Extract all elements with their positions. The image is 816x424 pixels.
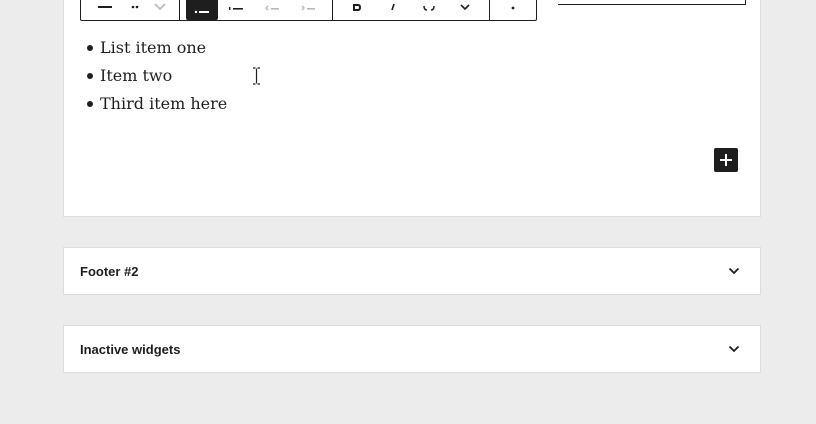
drag-handle-icon[interactable] [123,0,147,20]
widget-area-title: Inactive widgets [80,341,181,357]
toolbar-group-options [490,0,536,20]
widget-area-title: Footer #2 [80,263,139,279]
unordered-list-icon[interactable] [186,0,218,20]
text-cursor-icon [253,67,260,85]
selected-block-outline [558,0,746,5]
bold-icon[interactable] [339,0,375,20]
list-item[interactable]: Item two [87,64,227,92]
list-block[interactable]: List item one Item two Third item here [87,36,227,120]
bullet-icon [87,101,93,107]
list-item-text[interactable]: Item two [100,66,172,85]
options-icon[interactable] [494,0,532,20]
block-toolbar [80,0,537,21]
widget-area-footer-2[interactable]: Footer #2 [63,247,761,295]
link-icon[interactable] [411,0,447,20]
align-icon[interactable] [87,0,123,20]
list-item-text[interactable]: List item one [100,38,206,57]
outdent-icon[interactable] [254,0,290,20]
toolbar-group-format [333,0,490,20]
bullet-icon [87,45,93,51]
toolbar-group-block [81,0,180,20]
ordered-list-icon[interactable] [218,0,254,20]
widgets-editor: List item one Item two Third item here F… [0,0,816,424]
list-item[interactable]: Third item here [87,92,227,120]
chevron-down-icon[interactable] [728,265,740,277]
list-item-text[interactable]: Third item here [100,94,227,113]
add-block-button[interactable] [714,148,738,172]
toolbar-group-list [180,0,333,20]
plus-icon [720,154,732,166]
move-down-icon[interactable] [147,0,173,20]
italic-icon[interactable] [375,0,411,20]
bullet-icon [87,73,93,79]
chevron-down-icon[interactable] [728,343,740,355]
more-rich-text-icon[interactable] [447,0,483,20]
list-item[interactable]: List item one [87,36,227,64]
widget-area-inactive-widgets[interactable]: Inactive widgets [63,325,761,373]
indent-icon[interactable] [290,0,326,20]
